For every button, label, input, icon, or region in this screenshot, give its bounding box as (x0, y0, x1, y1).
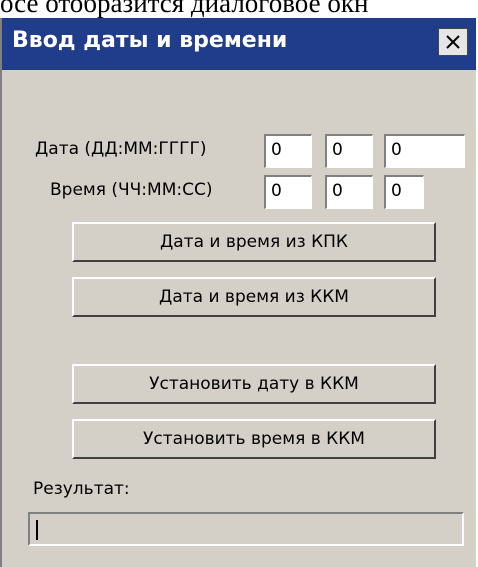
datetime-from-pda-button[interactable]: Дата и время из КПК (72, 222, 436, 262)
minutes-field[interactable]: 0 (325, 175, 373, 209)
set-time-in-kkm-button[interactable]: Установить время в ККМ (72, 419, 436, 459)
seconds-field[interactable]: 0 (384, 175, 424, 209)
result-label: Результат: (33, 479, 130, 499)
text-caret (36, 520, 38, 540)
time-label: Время (ЧЧ:ММ:СС) (50, 180, 213, 200)
year-field[interactable]: 0 (384, 134, 465, 168)
date-label: Дата (ДД:ММ:ГГГГ) (35, 139, 207, 159)
dialog-title: Ввод даты и времени (12, 28, 288, 53)
document-text-line: осе отобразится диалоговое окн (0, 0, 369, 18)
date-time-dialog: Ввод даты и времени Дата (ДД:ММ:ГГГГ) 0 … (0, 18, 476, 567)
datetime-from-kkm-button[interactable]: Дата и время из ККМ (72, 277, 436, 317)
day-field[interactable]: 0 (264, 134, 312, 168)
hours-field[interactable]: 0 (264, 175, 312, 209)
title-bar[interactable]: Ввод даты и времени (2, 18, 476, 70)
close-button[interactable] (438, 28, 468, 56)
result-field (28, 512, 464, 546)
close-icon (446, 35, 460, 49)
month-field[interactable]: 0 (325, 134, 373, 168)
set-date-in-kkm-button[interactable]: Установить дату в ККМ (72, 364, 436, 404)
